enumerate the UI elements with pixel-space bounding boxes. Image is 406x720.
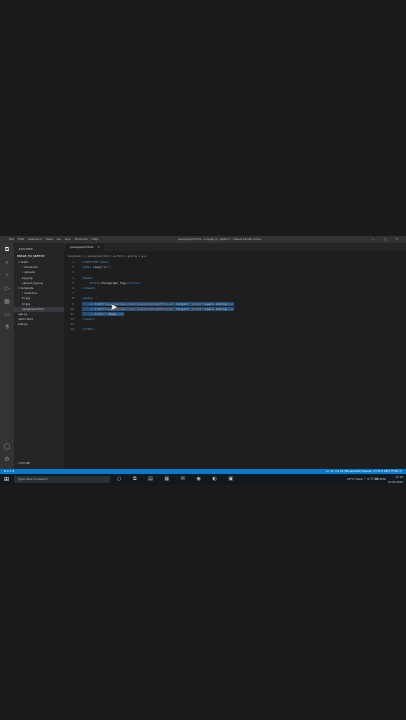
code-token: </html>: [82, 327, 95, 332]
code-token: href: [94, 301, 102, 306]
code-token: </body>: [82, 317, 95, 322]
editor-tabs: paragraph.html ✕: [64, 243, 406, 251]
code-token: Learn Coding: [204, 306, 227, 311]
outline-section[interactable]: › OUTLINE: [17, 462, 30, 465]
code-text: <body>: [82, 296, 93, 300]
code-token: lang: [92, 265, 101, 270]
code-token: </a>: [226, 301, 234, 306]
code-text: </html>: [82, 327, 95, 331]
system-tray[interactable]: 25°C Haze ^ ✉ ☰ ⌨ ENG: [347, 474, 386, 485]
window-controls[interactable]: — ▢ ✕: [372, 236, 402, 243]
menu-bar: File Edit Selection View Go Run Terminal Help: [9, 236, 102, 243]
tab-paragraph-html[interactable]: paragraph.html ✕: [66, 244, 104, 251]
settings-gear-icon[interactable]: ⚙: [3, 456, 11, 464]
activity-bar: ⧉ ⌕ ⑂ ▷ ▦ ▭ ⚗ ◯ ⚙: [0, 243, 14, 469]
code-text: <a href="www.youtube.com/c/LearnCodingOf…: [82, 301, 234, 306]
search-icon[interactable]: ⌕: [3, 259, 11, 267]
code-token: </a>: [226, 306, 234, 311]
code-line[interactable]: 14 </html>: [64, 327, 406, 332]
line-number: 14: [70, 327, 74, 332]
code-token: <!DOCTYPE html>: [82, 260, 110, 264]
remote-explorer-icon[interactable]: ▭: [3, 311, 11, 319]
menu-item-file[interactable]: File: [9, 237, 14, 241]
code-token: </head>: [82, 285, 95, 290]
code-token: <head>: [82, 275, 93, 280]
code-text: <!DOCTYPE html>: [82, 260, 109, 264]
extensions-icon[interactable]: ▦: [3, 298, 11, 306]
code-text: </body>: [82, 317, 95, 321]
editor-area: paragraph.html ✕ template > ◇ paragraph.h…: [64, 243, 406, 469]
file-tree: ∨ static › download › uploads bg.jpeg upload…: [14, 260, 64, 327]
menu-item-go[interactable]: Go: [57, 237, 61, 241]
explorer-icon[interactable]: ⧉: [3, 246, 11, 254]
close-icon[interactable]: ✕: [97, 245, 100, 249]
code-token: "_blank": [188, 301, 204, 306]
code-token: "_blank": [188, 306, 204, 311]
search-placeholder: Type here to search: [18, 477, 48, 481]
code-token: </title>: [125, 280, 140, 285]
breadcrumb[interactable]: template > ◇ paragraph.html > ◈ html > ◈…: [68, 254, 146, 258]
code-token: Learn Coding: [204, 301, 227, 306]
menu-item-run[interactable]: Run: [65, 237, 71, 241]
clock-date: 25-06-2022: [387, 481, 403, 484]
menu-item-terminal[interactable]: Terminal: [75, 237, 88, 241]
code-token: target: [175, 306, 187, 311]
testing-icon[interactable]: ⚗: [3, 324, 11, 332]
taskbar-app-icons[interactable]: ○ ⧉ ▤ ▦ ✉ ◉ ◐ ▣: [117, 474, 238, 485]
code-text: <html lang="en">: [82, 265, 111, 269]
code-editor[interactable]: 1 <!DOCTYPE html> 2 <html lang="en"> 3 4 <head…: [64, 260, 406, 333]
taskbar-clock[interactable]: 11:18 25-06-2022: [388, 475, 403, 485]
window-title: paragraph.html - Image_to_Sketch - Visua…: [178, 237, 261, 241]
explorer-sidebar: EXPLORER IMAGE_TO_SKETCH ∨ static › downl…: [14, 243, 64, 469]
menu-item-selection[interactable]: Selection: [28, 237, 42, 241]
code-text: <title>Paragraph Tag</title>: [82, 281, 140, 285]
run-debug-icon[interactable]: ▷: [3, 285, 11, 293]
windows-start-icon[interactable]: ⊞: [4, 474, 9, 485]
code-text: </head>: [82, 286, 95, 290]
source-control-icon[interactable]: ⑂: [3, 272, 11, 280]
menu-item-help[interactable]: Help: [91, 237, 98, 241]
code-token: <html: [82, 265, 93, 270]
code-token: <body>: [82, 296, 93, 301]
workspace-folder[interactable]: IMAGE_TO_SKETCH: [17, 255, 45, 258]
code-token: target: [175, 301, 187, 306]
account-icon[interactable]: ◯: [3, 443, 11, 451]
explorer-header: EXPLORER: [19, 248, 33, 251]
title-bar: File Edit Selection View Go Run Terminal Help p…: [0, 236, 406, 243]
code-token: href: [94, 311, 102, 316]
menu-item-edit[interactable]: Edit: [18, 237, 24, 241]
taskbar-search[interactable]: Type here to search: [14, 476, 110, 483]
code-token: Paragraph Tag: [101, 280, 126, 285]
windows-taskbar: ⊞ Type here to search ○ ⧉ ▤ ▦ ✉ ◉ ◐ ▣ 25…: [0, 474, 406, 485]
menu-item-view[interactable]: View: [46, 237, 53, 241]
code-text: <head>: [82, 276, 93, 280]
mouse-cursor-icon: ➤: [110, 303, 118, 313]
file-tree-item[interactable]: test.py: [14, 322, 64, 327]
tab-label: paragraph.html: [70, 245, 94, 249]
code-token: href: [94, 306, 102, 311]
vscode-screen: File Edit Selection View Go Run Terminal Help p…: [0, 236, 406, 485]
code-token: >: [109, 265, 111, 270]
code-token: <title>: [89, 280, 102, 285]
code-text: <a href="www.youtube.com/c/LearnCodingOf…: [82, 306, 234, 311]
